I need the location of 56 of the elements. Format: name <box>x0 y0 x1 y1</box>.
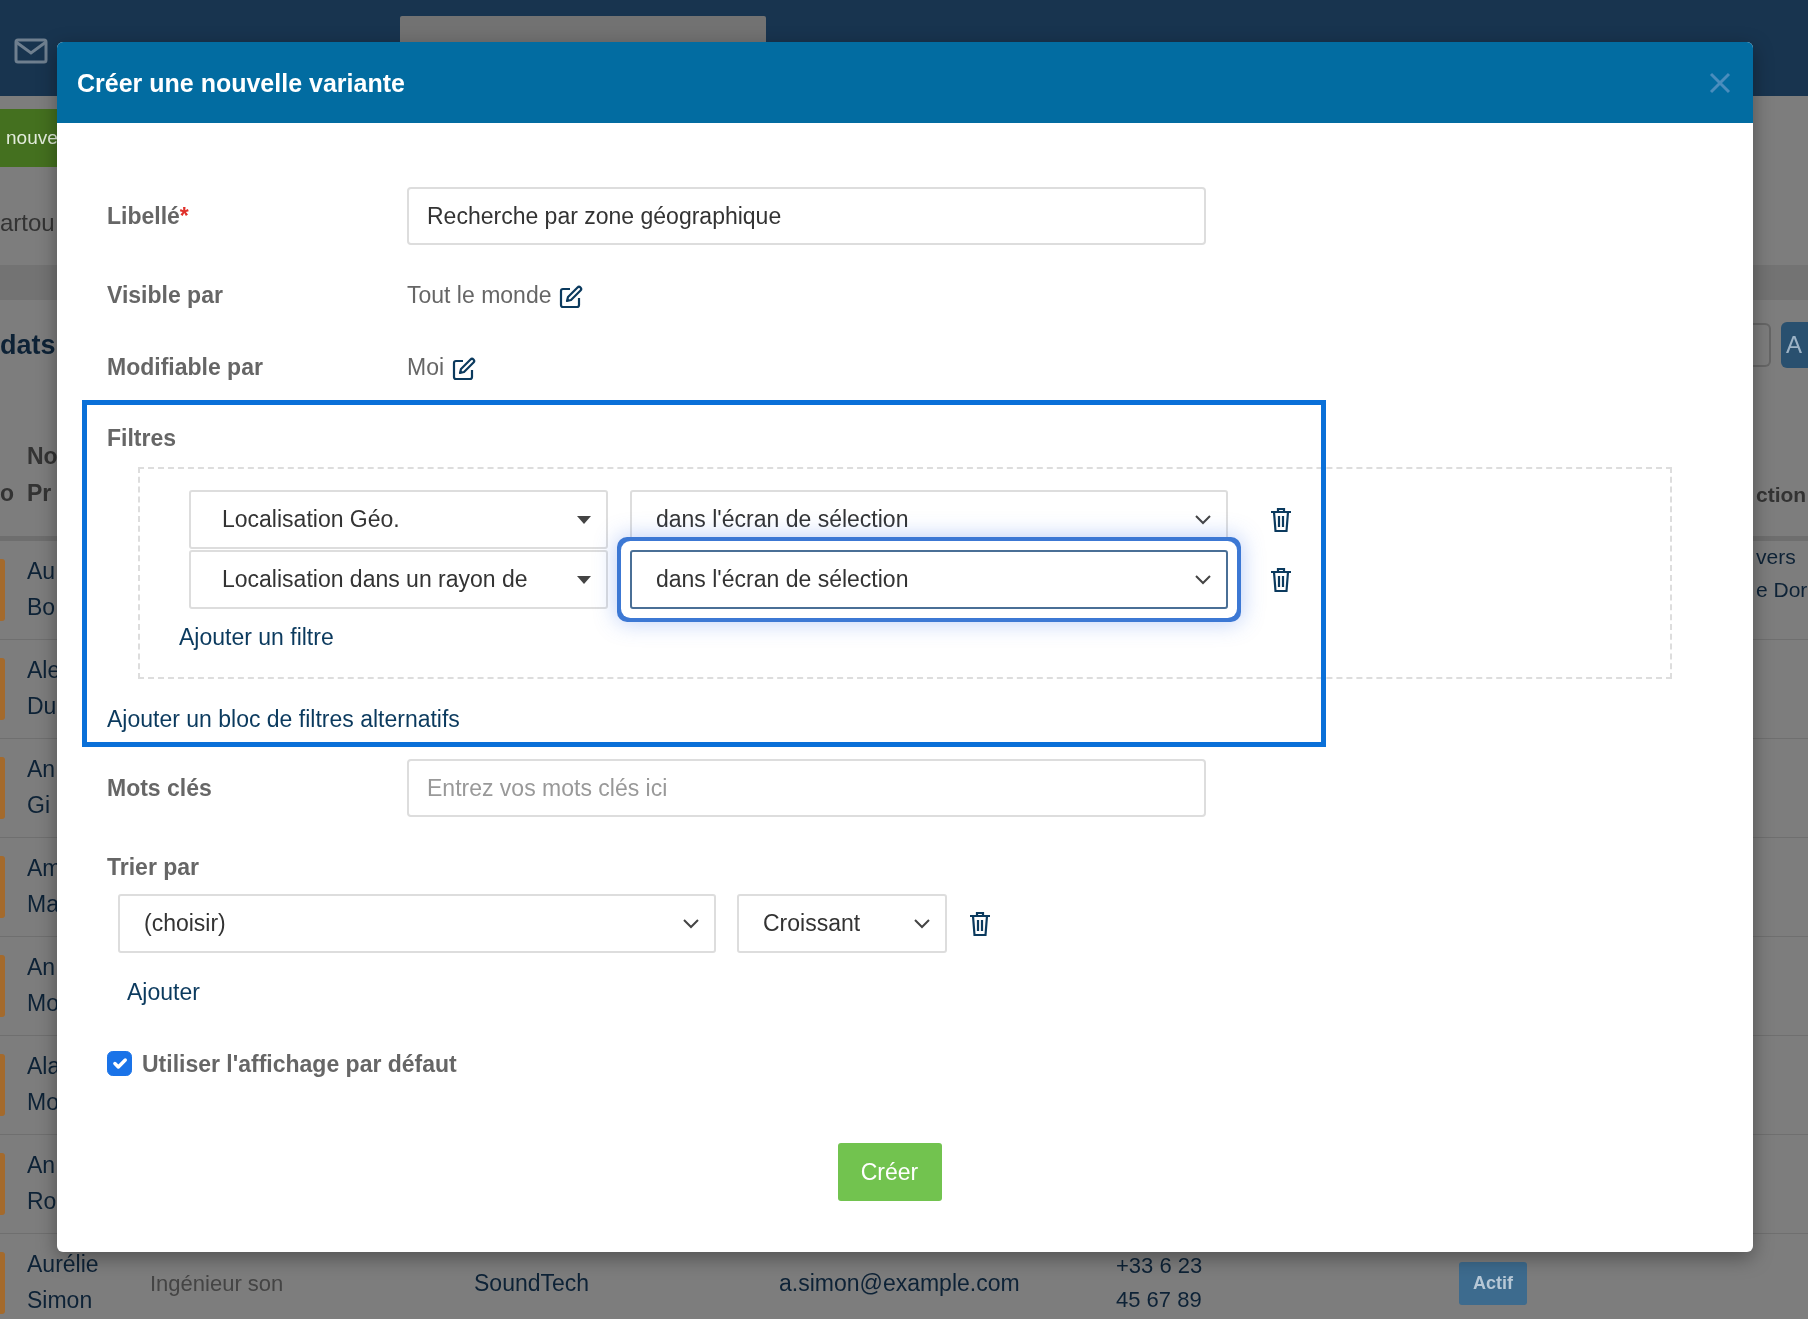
row-marker <box>0 757 5 819</box>
field-label: Mots clés <box>107 773 213 803</box>
add-block-link[interactable]: Ajouter un bloc de filtres alternatifs <box>107 701 460 736</box>
field-label: Libellé* <box>107 201 190 231</box>
input-field[interactable]: Entrez vos mots clés ici <box>407 759 1206 817</box>
column-header: o <box>0 479 16 509</box>
delete-icon[interactable] <box>1270 506 1292 533</box>
search-field[interactable] <box>400 16 766 42</box>
row-marker <box>0 559 5 621</box>
table-cell-text: vers e Dor <box>1756 544 1808 603</box>
delete-icon[interactable] <box>1270 566 1292 593</box>
input-field[interactable]: Recherche par zone géographique <box>407 187 1206 245</box>
checkbox-label: Utiliser l'affichage par défaut <box>142 1049 457 1079</box>
page-heading: dats <box>0 328 56 362</box>
checkbox[interactable] <box>107 1051 132 1077</box>
name-cell-text: An Gi <box>27 755 56 820</box>
row-marker <box>0 658 5 720</box>
table-cell-text: Ingénieur son <box>150 1269 285 1298</box>
column-header: No Pr <box>27 442 58 509</box>
chevron-icon <box>913 917 931 930</box>
column-header: ction <box>1756 482 1807 509</box>
breadcrumb-text: artou <box>0 207 55 238</box>
table-cell-text: SoundTech <box>474 1268 591 1298</box>
field-value: Tout le monde <box>407 280 552 310</box>
add-sort-link[interactable]: Ajouter <box>127 975 200 1010</box>
row-marker <box>0 955 5 1017</box>
row-marker <box>0 1054 5 1116</box>
table-cell-text: +33 6 23 45 67 89 <box>1116 1251 1204 1314</box>
field-label: Visible par <box>107 280 224 310</box>
select-field[interactable]: Croissant <box>737 894 947 953</box>
chevron-icon <box>1194 513 1212 526</box>
status-badge: Actif <box>1459 1261 1527 1305</box>
row-marker <box>0 856 5 918</box>
caret-icon <box>576 514 592 525</box>
name-cell-text: Aurélie Simon <box>27 1250 99 1315</box>
table-cell-text: a.simon@example.com <box>779 1268 1021 1298</box>
field-label: Modifiable par <box>107 352 264 382</box>
chevron-icon <box>682 917 700 930</box>
chevron-icon <box>1194 573 1212 586</box>
section-label: Filtres <box>107 423 178 453</box>
name-cell-text: An Mo <box>27 953 59 1018</box>
select-field[interactable]: Localisation Géo. <box>189 490 608 549</box>
row-marker <box>0 1252 5 1314</box>
name-cell-text: Au Bo <box>27 557 56 622</box>
add-button[interactable]: A <box>1781 322 1808 368</box>
select-field[interactable]: Localisation dans un rayon de <box>189 550 608 609</box>
mail-icon[interactable] <box>14 38 48 64</box>
field-value: Moi <box>407 352 445 382</box>
section-label: Trier par <box>107 852 201 882</box>
name-cell-text: An Ro <box>27 1151 57 1216</box>
caret-icon <box>576 574 592 585</box>
select-field[interactable]: (choisir) <box>118 894 716 953</box>
add-filter-link[interactable]: Ajouter un filtre <box>179 620 334 655</box>
delete-icon[interactable] <box>969 910 991 937</box>
row-marker <box>0 1153 5 1215</box>
dialog-title: Créer une nouvelle variante <box>77 67 405 98</box>
